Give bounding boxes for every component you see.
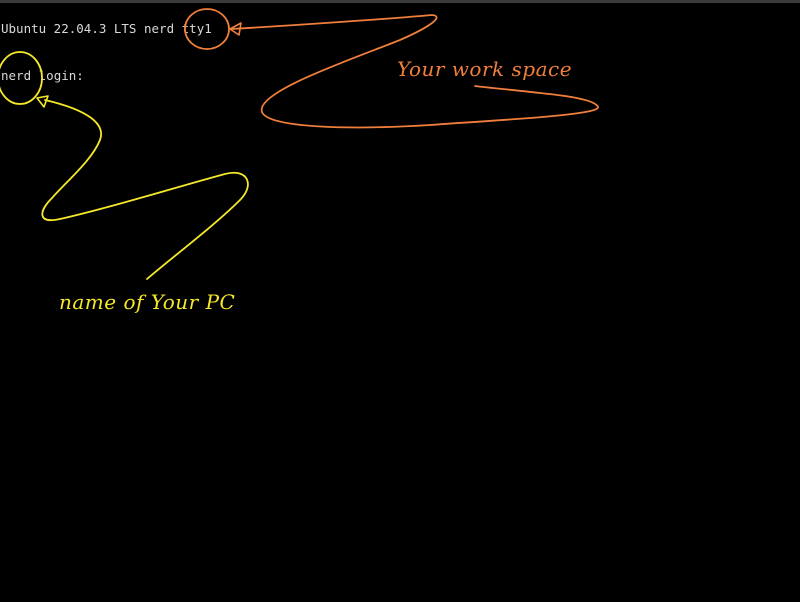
login-prompt-line[interactable]: nerd login:: [1, 68, 84, 84]
workspace-annotation-label: Your work space: [397, 57, 573, 81]
banner-hostname-text: nerd: [144, 21, 175, 36]
login-hostname-text: nerd: [1, 68, 32, 83]
pcname-arrowhead: [36, 95, 49, 108]
login-prompt-text[interactable]: login:: [39, 68, 84, 83]
tty-console-screen[interactable]: Ubuntu 22.04.3 LTS nerd tty1 nerd login:…: [0, 0, 800, 602]
pcname-arrow-line: [41, 99, 249, 280]
os-version-text: Ubuntu 22.04.3 LTS: [1, 21, 137, 36]
tty-name-text: tty1: [181, 21, 212, 36]
workspace-arrowhead: [229, 22, 242, 36]
issue-banner-line: Ubuntu 22.04.3 LTS nerd tty1: [1, 21, 212, 37]
pcname-annotation-label: name of Your PC: [59, 290, 236, 314]
top-border: [0, 0, 800, 3]
